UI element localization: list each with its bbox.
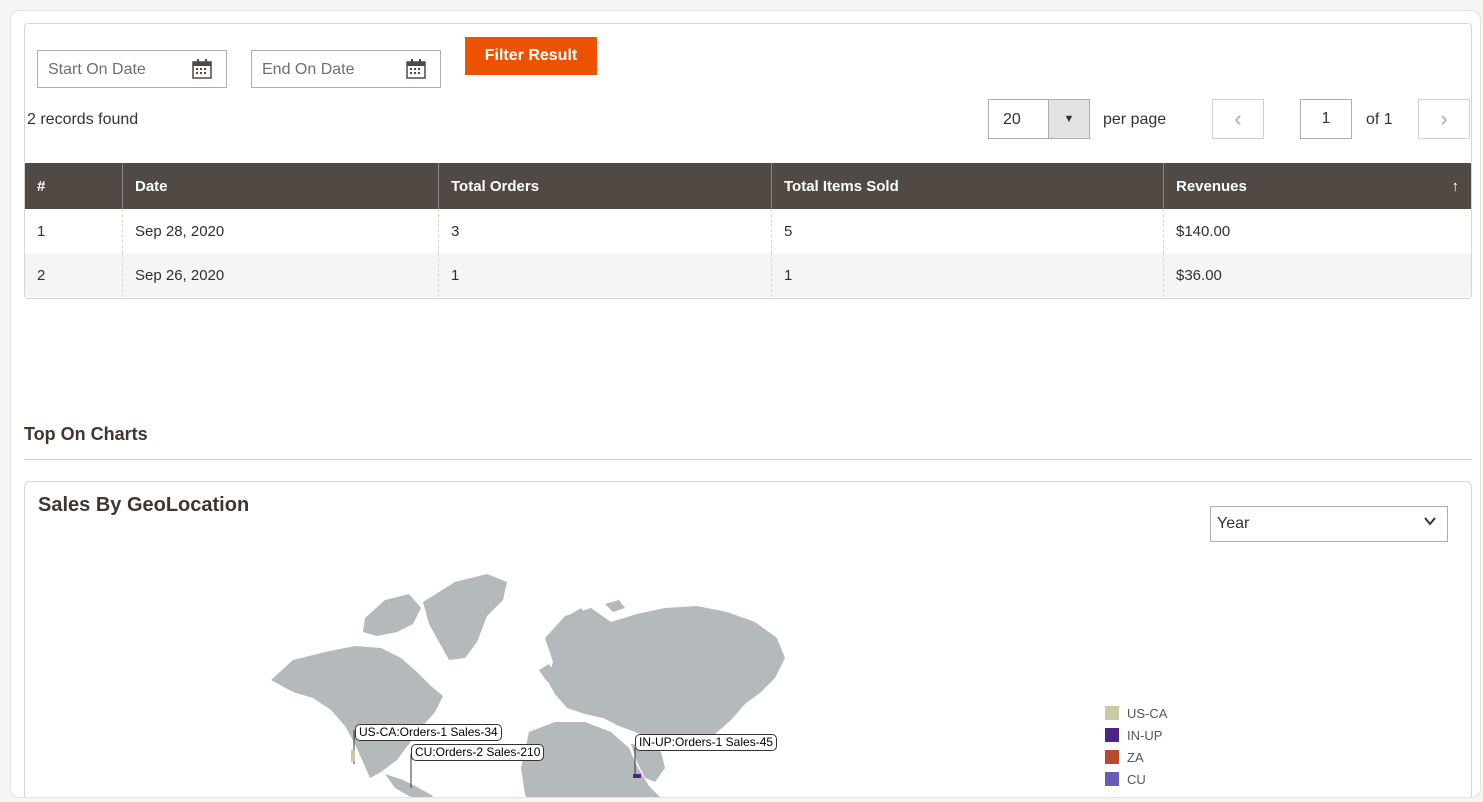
row-total-items: 5 (771, 209, 1164, 253)
table-row[interactable]: 2 Sep 26, 2020 1 1 $36.00 (25, 253, 1471, 297)
calendar-icon[interactable] (406, 59, 426, 79)
total-pages-label: of 1 (1366, 111, 1393, 128)
us-ca-tooltip: US-CA:Orders-1 Sales-34 (355, 724, 502, 741)
row-total-items: 1 (771, 253, 1164, 297)
end-date-placeholder: End On Date (262, 61, 355, 78)
in-up-tooltip: IN-UP:Orders-1 Sales-45 (635, 734, 778, 751)
row-total-orders: 1 (438, 253, 772, 297)
row-date: Sep 26, 2020 (122, 253, 439, 297)
start-date-field[interactable]: Start On Date (37, 50, 227, 88)
row-total-orders: 3 (438, 209, 772, 253)
filter-result-button[interactable]: Filter Result (465, 37, 597, 75)
legend-swatch (1105, 728, 1119, 742)
calendar-icon[interactable] (192, 59, 212, 79)
table-row[interactable]: 1 Sep 28, 2020 3 5 $140.00 (25, 209, 1471, 253)
row-revenue: $140.00 (1163, 209, 1471, 253)
column-header-total-orders[interactable]: Total Orders (438, 163, 772, 209)
chevron-right-icon: › (1440, 106, 1448, 131)
row-number: 1 (25, 209, 123, 253)
row-date: Sep 28, 2020 (122, 209, 439, 253)
column-header-date[interactable]: Date (122, 163, 439, 209)
column-header-revenues[interactable]: Revenues ↑ (1163, 163, 1471, 209)
start-date-placeholder: Start On Date (48, 61, 146, 78)
records-found-count: 2 records found (27, 111, 139, 128)
legend-swatch (1105, 750, 1119, 764)
sort-arrow-icon: ↑ (1451, 177, 1460, 195)
current-page-input[interactable]: 1 (1300, 99, 1352, 139)
next-page-button[interactable]: › (1418, 99, 1470, 139)
section-divider (24, 459, 1472, 460)
column-header-number[interactable]: # (25, 163, 123, 209)
map-region-greenland (423, 574, 507, 660)
orders-table: # Date Total Orders Total Items Sold Rev… (25, 163, 1471, 297)
sales-by-geolocation-card: Sales By GeoLocation Year US-CA:Orders-1… (24, 481, 1472, 797)
per-page-label: per page (1103, 111, 1167, 128)
land-masses (271, 574, 785, 797)
in-up-region-marker[interactable] (633, 774, 641, 778)
cu-tooltip: CU:Orders-2 Sales-210 (411, 744, 545, 761)
table-header-row: # Date Total Orders Total Items Sold Rev… (25, 163, 1471, 209)
map-region-siberia-islands (605, 600, 625, 612)
previous-page-button[interactable]: ‹ (1212, 99, 1264, 139)
legend-label: CU (1127, 771, 1146, 787)
legend-label: IN-UP (1127, 727, 1163, 743)
legend-item-us-ca[interactable]: US-CA (1105, 702, 1167, 724)
legend-swatch (1105, 706, 1119, 720)
column-header-total-items-sold[interactable]: Total Items Sold (771, 163, 1164, 209)
legend-item-za[interactable]: ZA (1105, 746, 1167, 768)
report-panel: Start On Date End On Date Filter Result … (10, 10, 1481, 798)
legend-label: ZA (1127, 749, 1144, 765)
per-page-select[interactable]: 20 ▼ (988, 99, 1090, 139)
top-on-charts-heading: Top On Charts (24, 424, 148, 444)
legend-item-cu[interactable]: CU (1105, 768, 1167, 790)
legend-swatch (1105, 772, 1119, 786)
row-revenue: $36.00 (1163, 253, 1471, 297)
legend-item-in-up[interactable]: IN-UP (1105, 724, 1167, 746)
map-region-canadian-arctic (363, 594, 421, 636)
chevron-left-icon: ‹ (1234, 106, 1242, 131)
legend-label: US-CA (1127, 705, 1168, 721)
us-ca-region-marker[interactable] (351, 750, 355, 762)
row-number: 2 (25, 253, 123, 297)
revenues-header-label: Revenues (1176, 177, 1247, 195)
dropdown-arrow-icon[interactable]: ▼ (1048, 100, 1089, 138)
map-legend: US-CA IN-UP ZA CU (1105, 702, 1167, 790)
end-date-field[interactable]: End On Date (251, 50, 441, 88)
per-page-value: 20 (1003, 111, 1021, 128)
map-region-central-america (385, 774, 433, 797)
